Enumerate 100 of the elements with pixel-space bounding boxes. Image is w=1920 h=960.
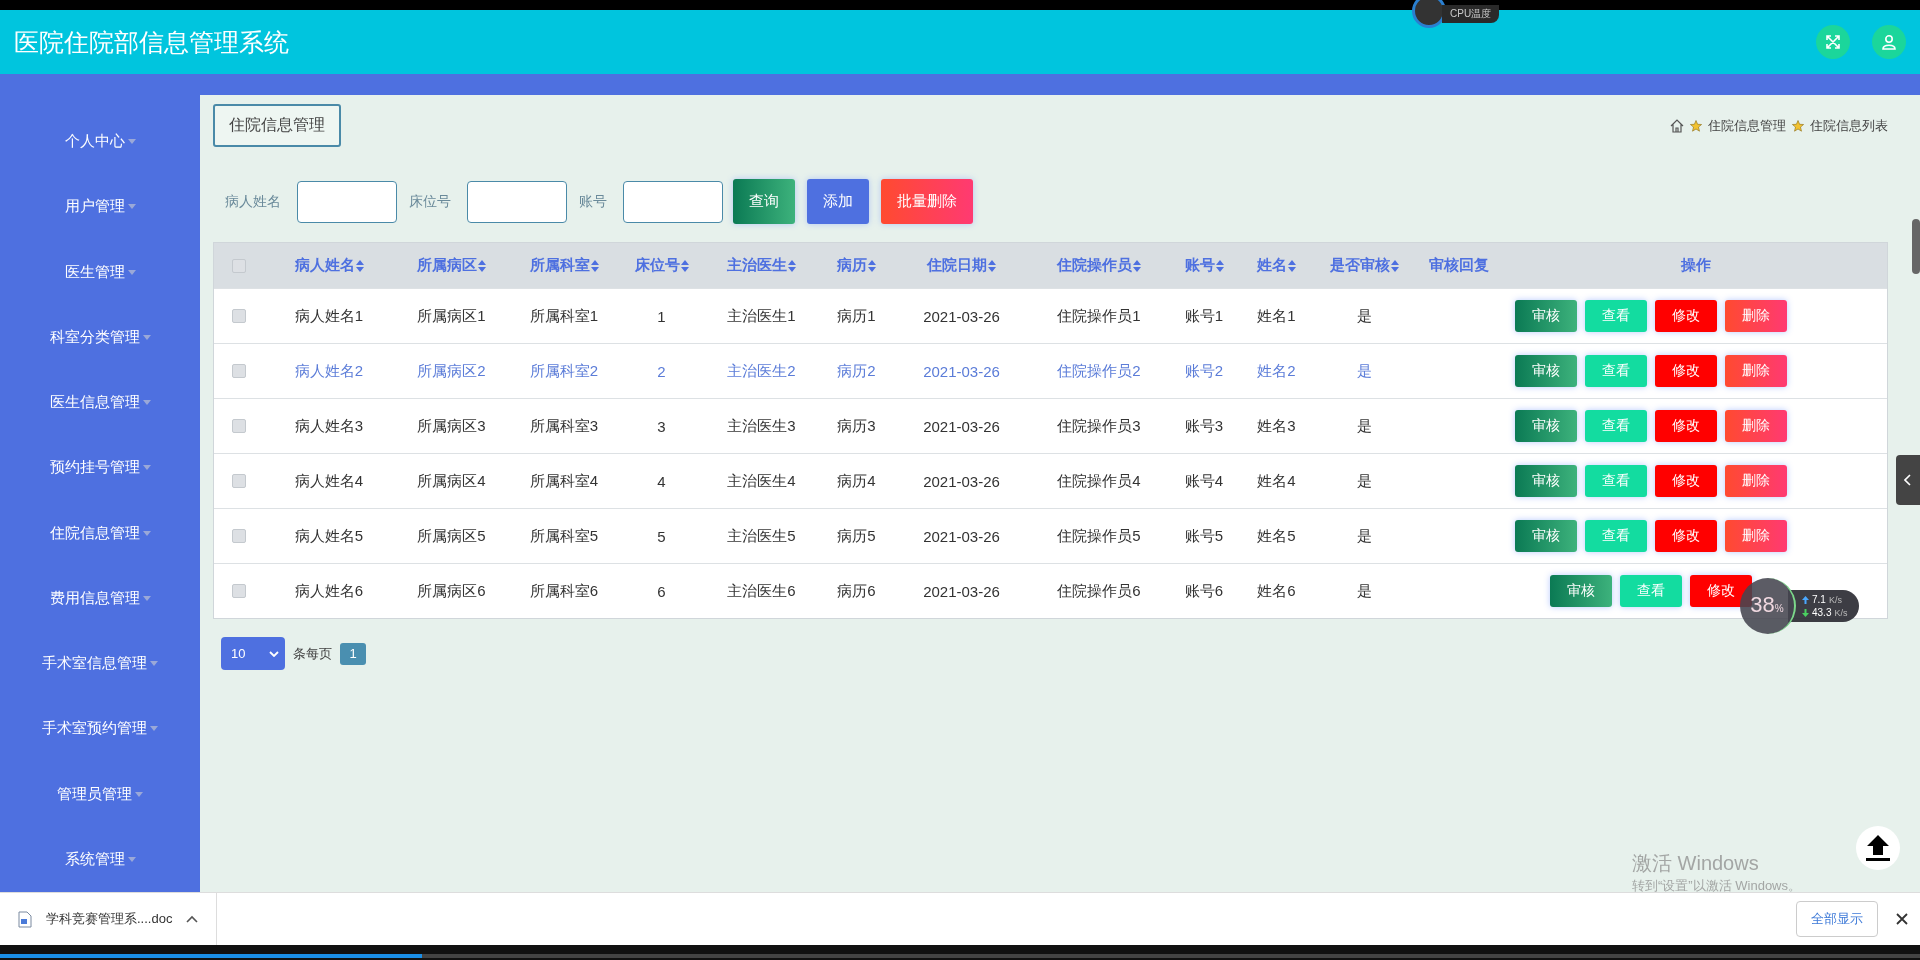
- row-checkbox[interactable]: [232, 584, 246, 598]
- breadcrumb-link[interactable]: 住院信息列表: [1810, 116, 1888, 135]
- column-header[interactable]: 所属科室: [509, 256, 619, 275]
- table-cell: 6: [657, 582, 666, 600]
- search-field[interactable]: [297, 180, 397, 223]
- sidebar-item[interactable]: 科室分类管理: [0, 304, 200, 370]
- sidebar-item[interactable]: 手术室预约管理: [0, 696, 200, 762]
- table-cell: 账号3: [1184, 416, 1224, 436]
- document-icon: [18, 910, 32, 928]
- column-header[interactable]: 住院日期: [894, 256, 1029, 275]
- delete-button[interactable]: 删除: [1724, 355, 1787, 387]
- edit-button[interactable]: 修改: [1689, 575, 1752, 607]
- row-checkbox[interactable]: [232, 419, 246, 433]
- table-cell: 所属科室1: [529, 306, 599, 326]
- add-button[interactable]: 添加: [807, 179, 869, 224]
- column-header[interactable]: 姓名: [1239, 256, 1314, 275]
- review-button[interactable]: 审核: [1514, 520, 1577, 552]
- delete-button[interactable]: 删除: [1724, 410, 1787, 442]
- down-arrow-icon: [1802, 608, 1809, 617]
- table-cell: 姓名6: [1257, 581, 1296, 601]
- sort-icon: [1288, 259, 1296, 272]
- table-cell: 主治医生6: [727, 581, 796, 601]
- sidebar-item[interactable]: 医生管理: [0, 239, 200, 305]
- column-header[interactable]: 病历: [819, 256, 894, 275]
- side-panel-toggle[interactable]: [1896, 455, 1920, 505]
- column-header[interactable]: 病人姓名: [264, 256, 394, 275]
- fullscreen-button[interactable]: [1816, 25, 1850, 59]
- row-checkbox[interactable]: [232, 529, 246, 543]
- user-icon: [1881, 34, 1897, 50]
- sort-icon: [788, 259, 796, 272]
- caret-icon: [142, 595, 151, 601]
- app-title: 医院住院部信息管理系统: [14, 26, 289, 58]
- page-title-button[interactable]: 住院信息管理: [213, 104, 341, 147]
- table-cell: 账号5: [1184, 526, 1224, 546]
- delete-button[interactable]: 删除: [1724, 300, 1787, 332]
- row-checkbox[interactable]: [232, 364, 246, 378]
- row-checkbox[interactable]: [232, 474, 246, 488]
- query-button[interactable]: 查询: [733, 179, 795, 224]
- table-cell: 病历3: [837, 416, 876, 436]
- search-field[interactable]: [467, 180, 567, 223]
- page-button[interactable]: 1: [340, 642, 366, 665]
- table-cell: 账号2: [1184, 361, 1224, 381]
- column-header[interactable]: 主治医生: [704, 256, 819, 275]
- sort-icon: [988, 259, 996, 272]
- table-cell: 所属科室3: [529, 416, 599, 436]
- playback-progress-bar[interactable]: [0, 954, 1920, 958]
- page-size-select[interactable]: 10: [221, 637, 285, 670]
- edit-button[interactable]: 修改: [1654, 300, 1717, 332]
- row-checkbox[interactable]: [232, 309, 246, 323]
- sidebar-item[interactable]: 住院信息管理: [0, 500, 200, 566]
- review-button[interactable]: 审核: [1514, 300, 1577, 332]
- sidebar-item[interactable]: 费用信息管理: [0, 565, 200, 631]
- column-header[interactable]: 床位号: [619, 256, 704, 275]
- caret-icon: [142, 400, 151, 406]
- sidebar-item[interactable]: 用户管理: [0, 174, 200, 240]
- column-header[interactable]: 账号: [1169, 256, 1239, 275]
- edit-button[interactable]: 修改: [1654, 355, 1717, 387]
- review-button[interactable]: 审核: [1514, 465, 1577, 497]
- select-all-checkbox[interactable]: [232, 258, 246, 273]
- column-header[interactable]: 是否审核: [1314, 256, 1414, 275]
- sidebar-item[interactable]: 手术室信息管理: [0, 631, 200, 697]
- scrollbar[interactable]: [1912, 219, 1920, 274]
- edit-button[interactable]: 修改: [1654, 520, 1717, 552]
- caret-icon: [150, 726, 158, 732]
- table-cell: 账号1: [1184, 306, 1224, 326]
- sort-icon: [1215, 259, 1224, 272]
- user-button[interactable]: [1872, 25, 1906, 59]
- table-cell: 病人姓名3: [294, 416, 364, 436]
- home-icon[interactable]: [1670, 118, 1684, 133]
- sidebar-item[interactable]: 系统管理: [0, 826, 200, 892]
- table-cell: 是: [1356, 581, 1372, 601]
- sort-icon: [1133, 259, 1141, 272]
- delete-button[interactable]: 删除: [1724, 465, 1787, 497]
- table-cell: 所属病区1: [417, 306, 486, 326]
- batch-delete-button[interactable]: 批量删除: [881, 179, 973, 224]
- table-cell: 姓名1: [1257, 306, 1296, 326]
- fullscreen-icon: [1825, 34, 1841, 50]
- sidebar-item[interactable]: 管理员管理: [0, 761, 200, 827]
- table-cell: 所属病区5: [417, 526, 486, 546]
- delete-button[interactable]: 删除: [1724, 520, 1787, 552]
- breadcrumb-link[interactable]: 住院信息管理: [1708, 116, 1786, 135]
- caret-icon: [142, 465, 151, 471]
- table-cell: 主治医生5: [727, 526, 796, 546]
- caret-icon: [127, 269, 136, 275]
- edit-button[interactable]: 修改: [1654, 465, 1717, 497]
- sidebar-item[interactable]: 个人中心: [0, 109, 200, 175]
- search-field[interactable]: [623, 180, 723, 223]
- column-header: 操作: [1679, 256, 1712, 275]
- review-button[interactable]: 审核: [1514, 410, 1577, 442]
- review-button[interactable]: 审核: [1514, 355, 1577, 387]
- review-button[interactable]: 审核: [1549, 575, 1612, 607]
- sidebar-item[interactable]: 医生信息管理: [0, 370, 200, 436]
- table-cell: 姓名5: [1257, 526, 1296, 546]
- show-all-button[interactable]: 全部显示: [1796, 901, 1878, 937]
- column-header[interactable]: 所属病区: [394, 256, 509, 275]
- star-icon: [1792, 119, 1804, 132]
- table-cell: 病人姓名1: [294, 306, 364, 326]
- column-header[interactable]: 住院操作员: [1029, 256, 1169, 275]
- edit-button[interactable]: 修改: [1654, 410, 1717, 442]
- sidebar-item[interactable]: 预约挂号管理: [0, 435, 200, 501]
